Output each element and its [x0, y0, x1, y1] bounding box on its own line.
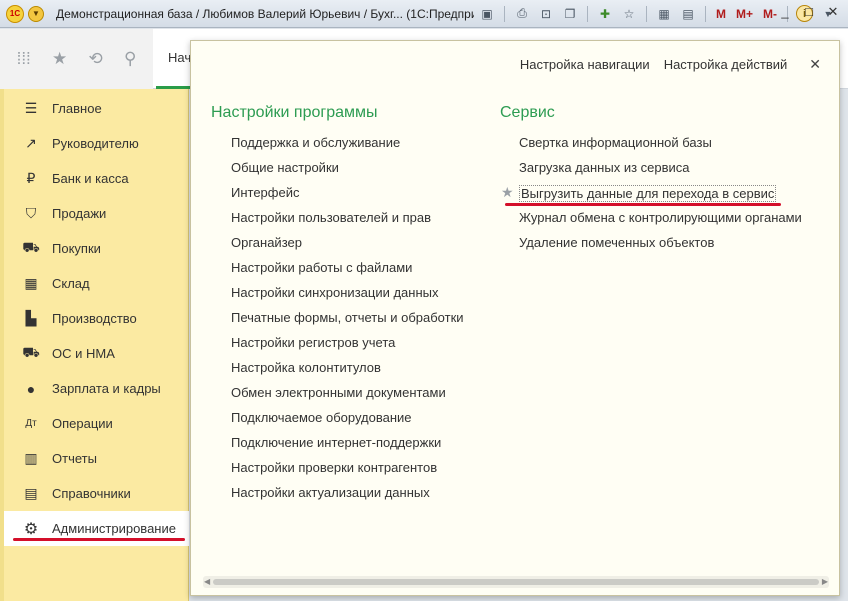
person-icon: ●: [26, 380, 36, 397]
link-load-from-service[interactable]: Загрузка данных из сервиса: [519, 160, 690, 175]
star-icon[interactable]: ☆: [620, 5, 638, 23]
link-registers[interactable]: Настройки регистров учета: [231, 335, 395, 350]
close-icon[interactable]: ✕: [809, 56, 821, 73]
app-logo-icon: 1С: [6, 4, 24, 23]
sidebar-item-label: Продажи: [52, 206, 107, 221]
search-icon[interactable]: ⚲: [124, 49, 136, 69]
memory-subtract-button[interactable]: M-: [761, 5, 779, 23]
service-section-title: Сервис: [500, 104, 555, 121]
sidebar-item-payroll[interactable]: ● Зарплата и кадры: [4, 371, 189, 406]
sidebar-item-label: Покупки: [52, 241, 101, 256]
link-internet-support[interactable]: Подключение интернет-поддержки: [231, 435, 441, 450]
sidebar-item-sales[interactable]: ⛉ Продажи: [4, 196, 189, 231]
memory-add-button[interactable]: M+: [734, 5, 755, 23]
link-files[interactable]: Настройки работы с файлами: [231, 260, 412, 275]
dt-kt-icon: Дт: [25, 418, 37, 429]
sidebar-item-fixed-assets[interactable]: ⛟ ОС и НМА: [4, 336, 189, 371]
sidebar-item-label: Операции: [52, 416, 113, 431]
sidebar-item-label: Склад: [52, 276, 90, 291]
gear-icon: ⚙: [23, 520, 39, 538]
link-users-rights[interactable]: Настройки пользователей и прав: [231, 210, 431, 225]
chart-line-icon: ↗: [25, 135, 37, 151]
sidebar-item-main[interactable]: ☰ Главное: [4, 91, 189, 126]
link-headers-footers[interactable]: Настройка колонтитулов: [231, 360, 381, 375]
sidebar-item-label: Главное: [52, 101, 102, 116]
sidebar-item-operations[interactable]: Дт Операции: [4, 406, 189, 441]
bar-chart-icon: ▥: [24, 450, 38, 466]
navigation-settings-link[interactable]: Настройка навигации: [520, 57, 650, 72]
truck-icon: ⛟: [22, 344, 40, 360]
horizontal-scrollbar[interactable]: ◀ ▶: [203, 576, 829, 588]
link-delete-marked[interactable]: Удаление помеченных объектов: [519, 235, 714, 250]
sidebar-item-label: Зарплата и кадры: [52, 381, 161, 396]
toolbar-divider: [705, 5, 706, 22]
favorites-star-icon[interactable]: ★: [52, 49, 67, 69]
sidebar-item-manager[interactable]: ↗ Руководителю: [4, 126, 189, 161]
books-icon: ▤: [24, 485, 38, 501]
link-export-to-service[interactable]: Выгрузить данные для перехода в сервис: [519, 185, 777, 202]
history-icon[interactable]: ⟲: [88, 49, 102, 69]
highlight-underline: [13, 538, 185, 541]
apps-grid-icon[interactable]: ⁞⁞⁞: [17, 49, 31, 69]
print-preview-icon[interactable]: ⊡: [537, 5, 555, 23]
link-db-rollup[interactable]: Свертка информационной базы: [519, 135, 712, 150]
scroll-right-icon[interactable]: ▶: [822, 576, 828, 588]
sidebar-item-label: Производство: [52, 311, 137, 326]
sidebar-item-label: Отчеты: [52, 451, 97, 466]
main-menu-dropdown-icon[interactable]: ▼: [28, 5, 44, 22]
link-interface[interactable]: Интерфейс: [231, 185, 299, 200]
save-icon[interactable]: ▣: [478, 5, 496, 23]
link-support[interactable]: Поддержка и обслуживание: [231, 135, 400, 150]
scroll-left-icon[interactable]: ◀: [204, 576, 210, 588]
settings-section-title: Настройки программы: [211, 104, 378, 121]
actions-settings-link[interactable]: Настройка действий: [664, 57, 788, 72]
link-print-forms[interactable]: Печатные формы, отчеты и обработки: [231, 310, 464, 325]
link-edi[interactable]: Обмен электронными документами: [231, 385, 446, 400]
favorites-add-icon[interactable]: ✚: [596, 5, 614, 23]
link-general-settings[interactable]: Общие настройки: [231, 160, 339, 175]
sidebar-item-catalogs[interactable]: ▤ Справочники: [4, 476, 189, 511]
calendar-icon[interactable]: ▤: [679, 5, 697, 23]
highlight-underline: [505, 203, 781, 206]
toolbar-divider: [504, 5, 505, 22]
memory-button[interactable]: M: [714, 5, 728, 23]
warehouse-icon: ▦: [24, 275, 38, 291]
shopping-bag-icon: ⛉: [25, 205, 37, 221]
cart-icon: ⛟: [22, 239, 40, 255]
sidebar-item-label: ОС и НМА: [52, 346, 115, 361]
maximize-icon[interactable]: □: [802, 4, 816, 20]
factory-icon: ▙: [25, 310, 37, 326]
sidebar: ☰ Главное ↗ Руководителю ₽ Банк и касса …: [0, 89, 189, 601]
print-icon[interactable]: ⎙: [513, 5, 531, 23]
toolbar-divider: [587, 5, 588, 22]
toolbar-divider: [646, 5, 647, 22]
sidebar-item-label: Руководителю: [52, 136, 139, 151]
link-sync[interactable]: Настройки синхронизации данных: [231, 285, 439, 300]
link-organizer[interactable]: Органайзер: [231, 235, 302, 250]
menu-icon: ☰: [24, 100, 38, 116]
window-title: Демонстрационная база / Любимов Валерий …: [56, 6, 474, 21]
link-exchange-journal[interactable]: Журнал обмена с контролирующими органами: [519, 210, 802, 225]
copy-icon[interactable]: ❐: [561, 5, 579, 23]
close-window-icon[interactable]: ✕: [826, 4, 840, 20]
sidebar-item-bank[interactable]: ₽ Банк и касса: [4, 161, 189, 196]
sidebar-item-label: Администрирование: [52, 521, 176, 536]
administration-panel: Настройка навигации Настройка действий ✕…: [190, 40, 840, 596]
link-equipment[interactable]: Подключаемое оборудование: [231, 410, 412, 425]
link-data-update[interactable]: Настройки актуализации данных: [231, 485, 430, 500]
calculator-icon[interactable]: ▦: [655, 5, 673, 23]
sidebar-item-label: Банк и касса: [52, 171, 129, 186]
sidebar-item-purchases[interactable]: ⛟ Покупки: [4, 231, 189, 266]
link-counterparty-check[interactable]: Настройки проверки контрагентов: [231, 460, 437, 475]
sidebar-item-label: Справочники: [52, 486, 131, 501]
sidebar-item-production[interactable]: ▙ Производство: [4, 301, 189, 336]
ruble-icon: ₽: [26, 170, 36, 186]
favorite-star-icon[interactable]: ★: [501, 184, 514, 201]
sidebar-item-reports[interactable]: ▥ Отчеты: [4, 441, 189, 476]
scrollbar-thumb[interactable]: [213, 579, 819, 585]
sidebar-item-warehouse[interactable]: ▦ Склад: [4, 266, 189, 301]
minimize-icon[interactable]: _: [778, 4, 792, 20]
title-bar: 1С ▼ Демонстрационная база / Любимов Вал…: [0, 0, 848, 28]
